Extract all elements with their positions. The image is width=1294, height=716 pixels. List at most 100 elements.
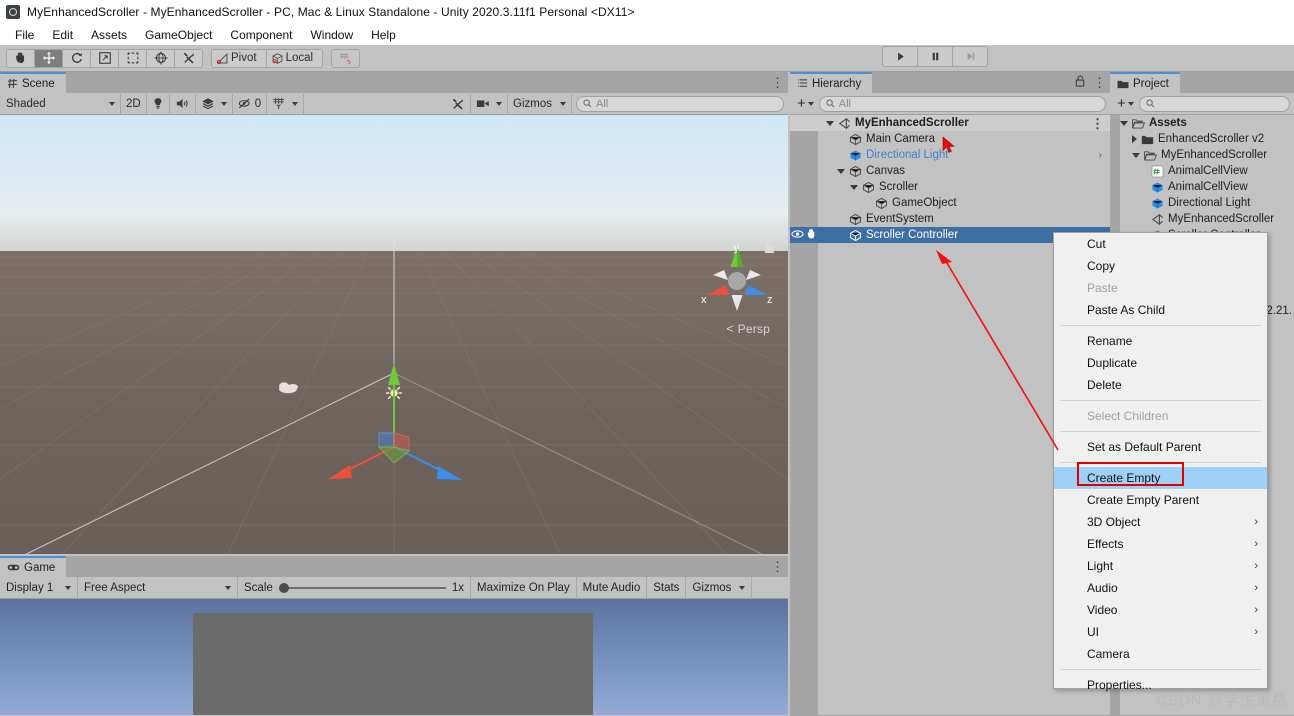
scene-search-input[interactable]: All <box>576 95 784 112</box>
context-menu-item-delete[interactable]: Delete <box>1054 374 1267 396</box>
game-viewport[interactable] <box>0 599 788 715</box>
hierarchy-row-scroller[interactable]: Scroller <box>790 179 1110 195</box>
eye-off-icon <box>238 98 250 109</box>
aspect-dropdown[interactable]: Free Aspect <box>78 576 238 599</box>
pickability-hand-icon[interactable] <box>806 228 818 242</box>
context-menu-item-effects[interactable]: Effects › <box>1054 533 1267 555</box>
mute-audio-button[interactable]: Mute Audio <box>577 576 648 599</box>
game-gizmos-dropdown[interactable]: Gizmos <box>686 576 753 599</box>
step-button[interactable] <box>952 46 988 67</box>
pause-button[interactable] <box>917 46 953 67</box>
prefab-open-chevron-icon[interactable]: › <box>1099 150 1102 161</box>
menu-help[interactable]: Help <box>362 26 405 44</box>
maximize-on-play-button[interactable]: Maximize On Play <box>471 576 577 599</box>
hierarchy-menu-kebab-icon[interactable]: ⋮ <box>1093 76 1106 89</box>
stats-button[interactable]: Stats <box>647 576 687 599</box>
shading-mode-dropdown[interactable]: Shaded <box>1 93 121 114</box>
project-row-myenhancedscroller-scene[interactable]: MyEnhancedScroller <box>1110 211 1294 227</box>
hierarchy-row-canvas[interactable]: Canvas <box>790 163 1110 179</box>
scale-slider-knob[interactable] <box>278 582 289 593</box>
context-menu-item-create-empty-parent[interactable]: Create Empty Parent <box>1054 489 1267 511</box>
scene-lighting-toggle[interactable] <box>146 93 170 114</box>
context-menu-item-set-as-default-parent[interactable]: Set as Default Parent <box>1054 436 1267 458</box>
expand-triangle-icon[interactable] <box>837 168 845 174</box>
collapse-triangle-icon[interactable] <box>1132 135 1137 143</box>
tab-hierarchy[interactable]: Hierarchy <box>790 72 873 93</box>
scene-camera-dropdown[interactable] <box>471 93 509 114</box>
context-menu-item-3d-object[interactable]: 3D Object › <box>1054 511 1267 533</box>
move-tool-button[interactable] <box>34 48 63 68</box>
transform-tool-button[interactable] <box>146 48 175 68</box>
game-menu-kebab-icon[interactable]: ⋮ <box>771 560 784 573</box>
context-menu-label: UI <box>1087 625 1099 639</box>
project-search-input[interactable] <box>1138 95 1290 112</box>
context-menu-item-copy[interactable]: Copy <box>1054 255 1267 277</box>
context-menu-item-create-empty[interactable]: Create Empty <box>1054 467 1267 489</box>
grid-snap-button[interactable] <box>331 48 361 68</box>
perspective-label[interactable]: < Persp <box>726 321 770 336</box>
tab-scene[interactable]: Scene <box>0 72 66 93</box>
context-menu-item-rename[interactable]: Rename <box>1054 330 1267 352</box>
expand-triangle-icon[interactable] <box>1120 120 1128 126</box>
menu-window[interactable]: Window <box>301 26 362 44</box>
expand-triangle-icon[interactable] <box>1132 152 1140 158</box>
display-dropdown[interactable]: Display 1 <box>0 576 78 599</box>
project-row-animalcellview-script[interactable]: AnimalCellView <box>1110 163 1294 179</box>
visibility-eye-icon[interactable] <box>790 229 804 242</box>
context-menu-item-ui[interactable]: UI › <box>1054 621 1267 643</box>
custom-tool-button[interactable] <box>174 48 203 68</box>
context-menu-item-audio[interactable]: Audio › <box>1054 577 1267 599</box>
hand-tool-button[interactable] <box>6 48 35 68</box>
menu-edit[interactable]: Edit <box>43 26 82 44</box>
tab-game[interactable]: Game <box>0 556 67 577</box>
play-button[interactable] <box>882 46 918 67</box>
scene-grid-dropdown[interactable] <box>267 93 305 114</box>
menu-assets[interactable]: Assets <box>82 26 136 44</box>
project-row-enhancedscroller-v2[interactable]: EnhancedScroller v2 <box>1110 131 1294 147</box>
project-add-button[interactable]: + <box>1114 95 1134 112</box>
expand-triangle-icon[interactable] <box>826 120 834 126</box>
context-menu-item-cut[interactable]: Cut <box>1054 233 1267 255</box>
rotate-tool-button[interactable] <box>62 48 91 68</box>
menu-file[interactable]: File <box>6 26 43 44</box>
scene-audio-toggle[interactable] <box>169 93 196 114</box>
scene-fx-dropdown[interactable] <box>195 93 233 114</box>
scale-slider-track[interactable] <box>278 582 446 593</box>
hierarchy-row-myenhancedscroller[interactable]: MyEnhancedScroller ⋮ <box>790 115 1110 131</box>
scene-icon <box>7 78 18 89</box>
local-toggle-button[interactable]: Local <box>265 48 324 68</box>
hierarchy-add-button[interactable]: + <box>794 95 814 112</box>
project-row-myenhancedscroller-folder[interactable]: MyEnhancedScroller <box>1110 147 1294 163</box>
scene-row-kebab-icon[interactable]: ⋮ <box>1091 117 1104 130</box>
pivot-toggle-button[interactable]: Pivot <box>211 48 267 68</box>
hierarchy-search-input[interactable]: All <box>818 95 1106 112</box>
scene-hidden-objects[interactable]: 0 <box>232 93 268 114</box>
project-row-animalcellview-prefab[interactable]: AnimalCellView <box>1110 179 1294 195</box>
project-row-assets[interactable]: Assets <box>1110 115 1294 131</box>
context-menu-item-video[interactable]: Video › <box>1054 599 1267 621</box>
hierarchy-row-gameobject[interactable]: GameObject <box>790 195 1110 211</box>
game-tab-row: Game ⋮ <box>0 556 788 577</box>
hierarchy-row-eventsystem[interactable]: EventSystem <box>790 211 1110 227</box>
context-menu-separator <box>1060 400 1261 401</box>
gameobject-context-menu[interactable]: Cut Copy Paste Paste As Child Rename Dup… <box>1053 232 1268 692</box>
scale-tool-button[interactable] <box>90 48 119 68</box>
scene-menu-kebab-icon[interactable]: ⋮ <box>771 76 784 89</box>
scale-slider[interactable]: Scale 1x <box>238 576 471 599</box>
context-menu-item-camera[interactable]: Camera <box>1054 643 1267 665</box>
rect-tool-button[interactable] <box>118 48 147 68</box>
expand-triangle-icon[interactable] <box>850 184 858 190</box>
scene-gizmos-dropdown[interactable]: Gizmos <box>508 93 572 114</box>
context-menu-item-paste-as-child[interactable]: Paste As Child <box>1054 299 1267 321</box>
context-menu-item-light[interactable]: Light › <box>1054 555 1267 577</box>
project-row-directional-light-prefab[interactable]: Directional Light <box>1110 195 1294 211</box>
context-menu-item-duplicate[interactable]: Duplicate <box>1054 352 1267 374</box>
lock-icon[interactable] <box>1075 75 1086 90</box>
toggle-2d-button[interactable]: 2D <box>121 93 147 114</box>
tab-project[interactable]: Project <box>1110 72 1180 93</box>
menu-component[interactable]: Component <box>221 26 301 44</box>
scene-viewport[interactable]: x z y < Persp <box>0 115 788 554</box>
menu-gameobject[interactable]: GameObject <box>136 26 221 44</box>
scene-tools-button[interactable] <box>446 93 472 114</box>
hierarchy-item-label: Scroller Controller <box>866 229 959 241</box>
